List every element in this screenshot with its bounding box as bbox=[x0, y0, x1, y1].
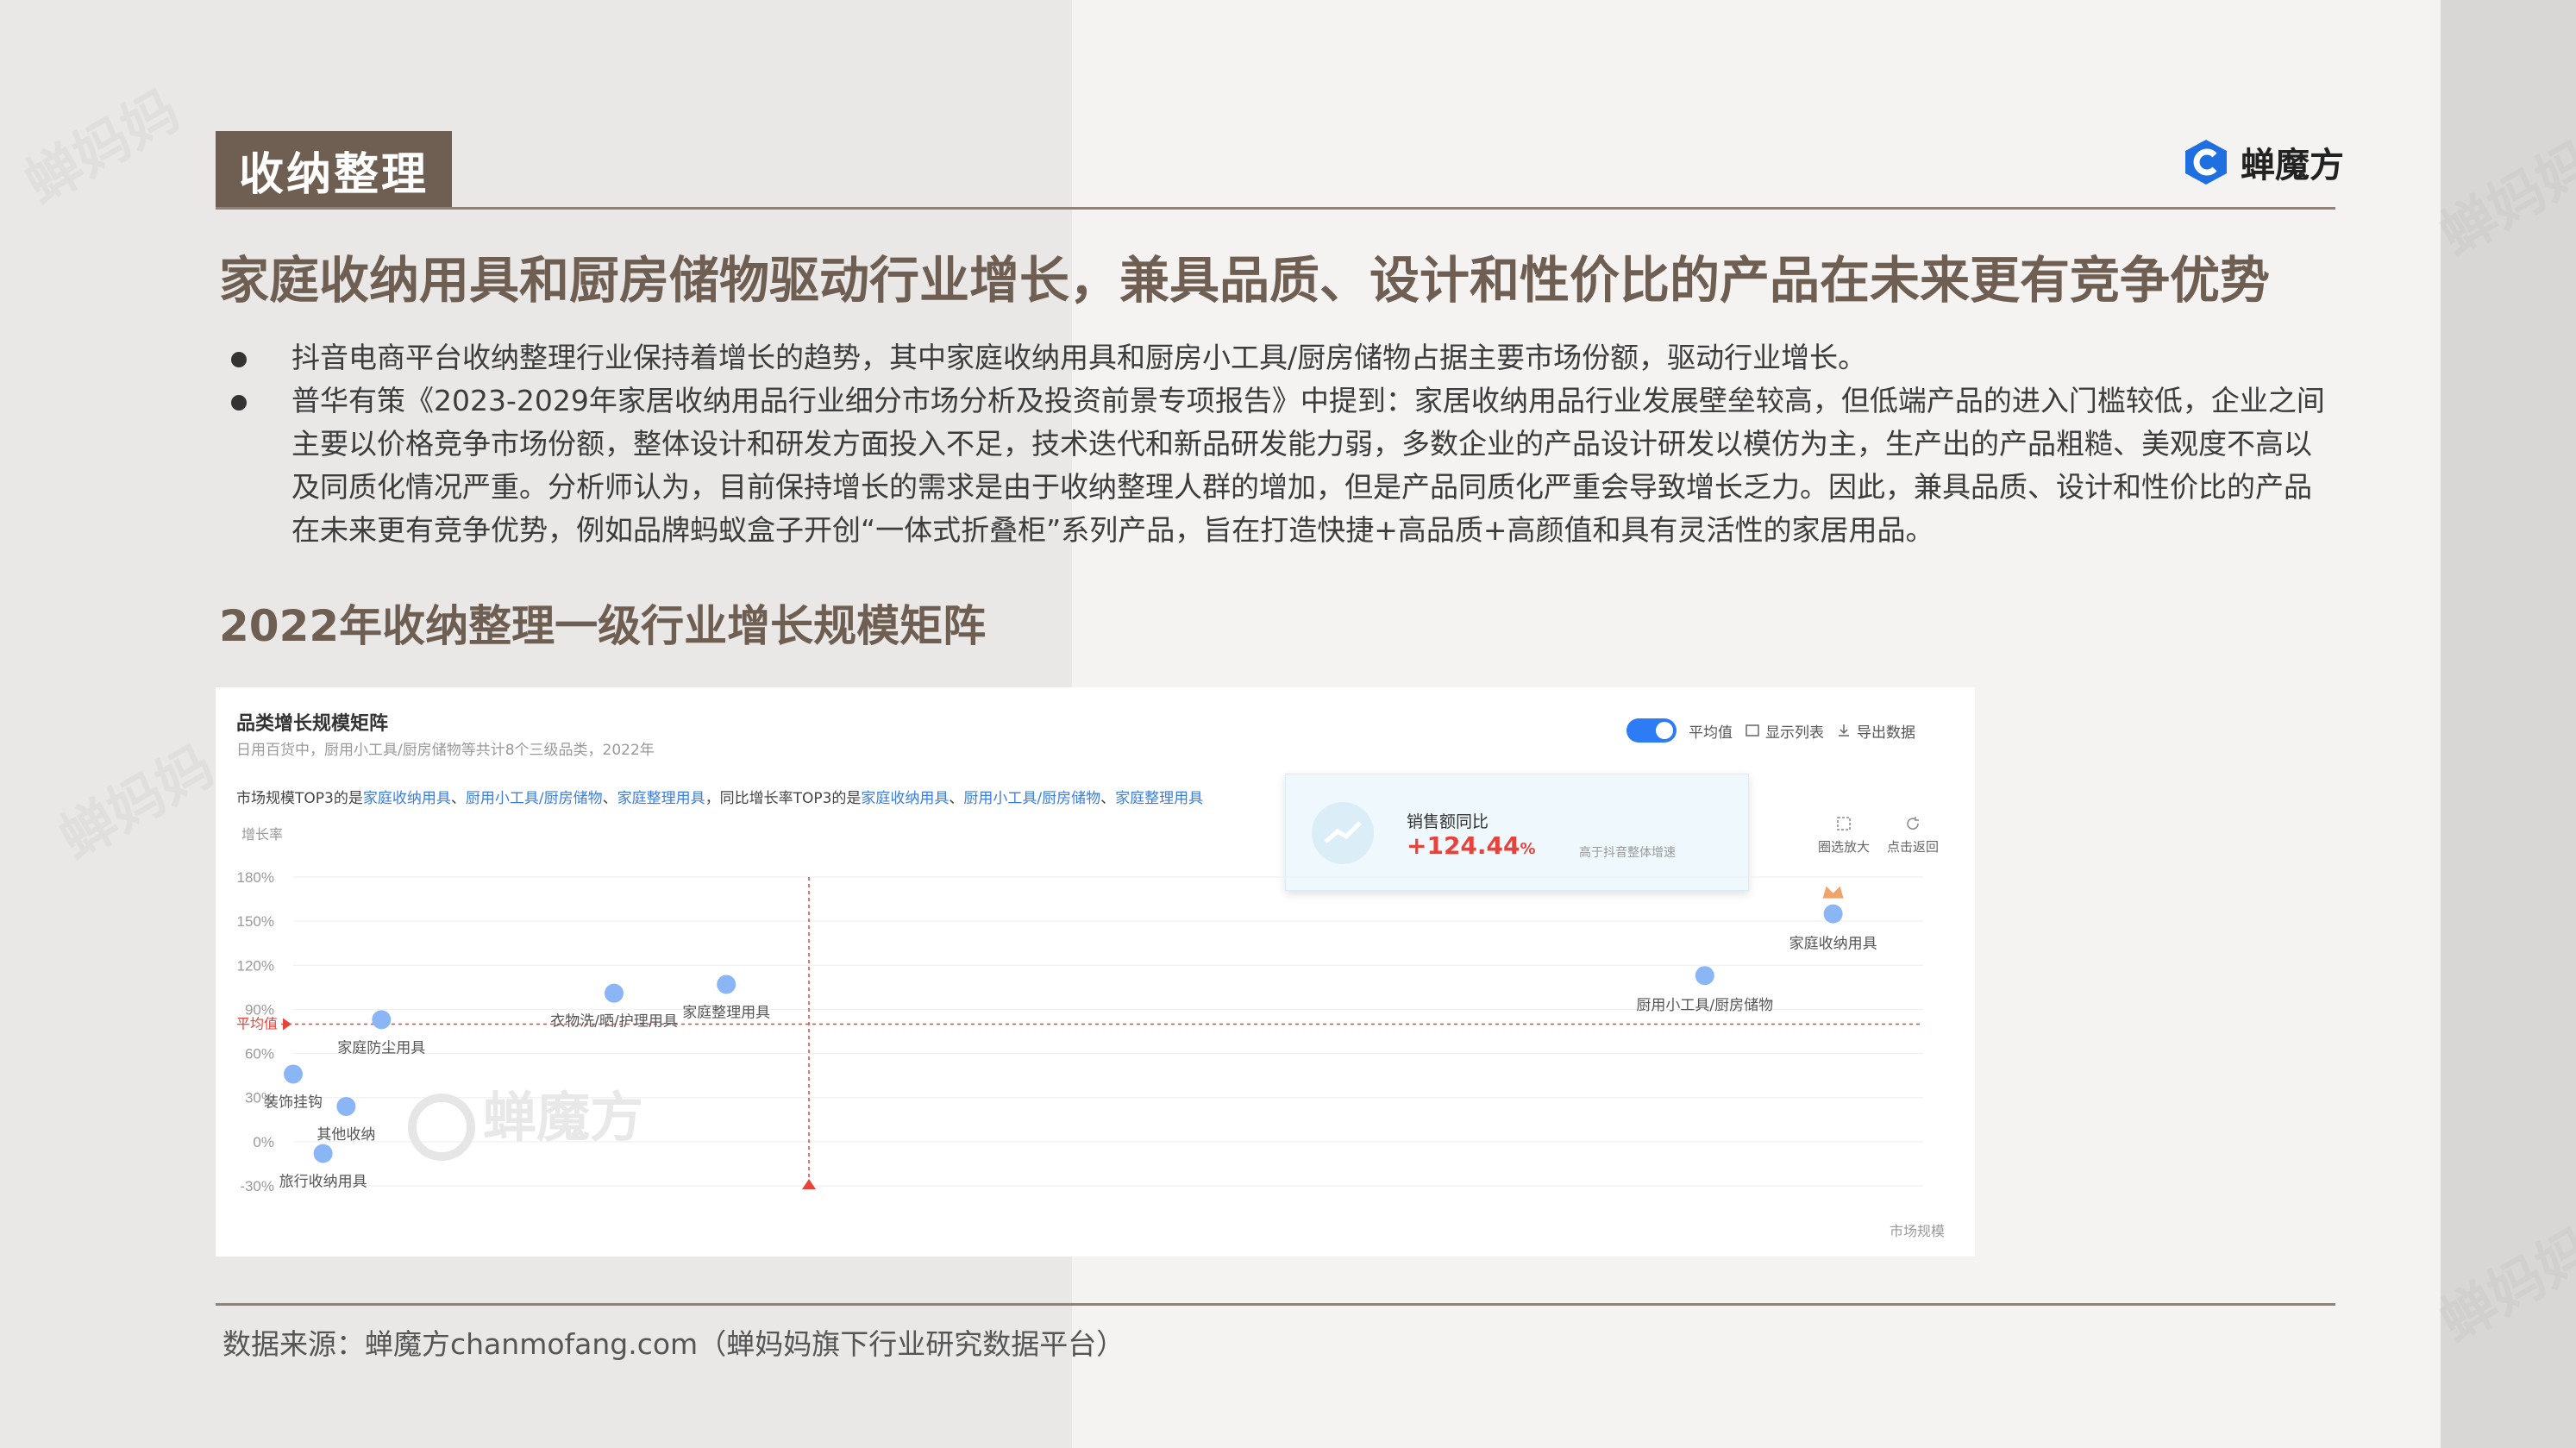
y-axis-label: 增长率 bbox=[241, 827, 283, 843]
bottom-divider bbox=[216, 1303, 2335, 1306]
data-point-label: 家庭收纳用具 bbox=[1789, 936, 1877, 953]
y-tick-label: 120% bbox=[237, 957, 274, 974]
bullet-text: 抖音电商平台收纳整理行业保持着增长的趋势，其中家庭收纳用具和厨房小工具/厨房储物… bbox=[291, 341, 1867, 374]
data-point-label: 其他收纳 bbox=[317, 1126, 375, 1144]
data-point bbox=[1695, 966, 1714, 986]
bullet-text: 普华有策《2023-2029年家居收纳用品行业细分市场分析及投资前景专项报告》中… bbox=[291, 384, 2325, 547]
chart-watermark-logo bbox=[408, 1094, 475, 1161]
data-point-label: 旅行收纳用具 bbox=[279, 1173, 367, 1190]
average-label: 平均值 bbox=[236, 1016, 278, 1031]
data-point-label: 家庭整理用具 bbox=[682, 1004, 770, 1021]
y-tick-label: 0% bbox=[253, 1134, 274, 1150]
data-point-label: 衣物洗/晒/护理用具 bbox=[550, 1013, 677, 1031]
crown-icon bbox=[1822, 886, 1844, 899]
average-vertical-marker bbox=[802, 1179, 816, 1189]
data-point-label: 装饰挂钩 bbox=[264, 1094, 323, 1111]
data-point bbox=[284, 1064, 303, 1084]
data-point bbox=[372, 1010, 392, 1030]
data-source: 数据来源：蝉魔方chanmofang.com（蝉妈妈旗下行业研究数据平台） bbox=[223, 1327, 1125, 1361]
bullet-dot bbox=[231, 395, 247, 411]
page-title: 家庭收纳用具和厨房储物驱动行业增长，兼具品质、设计和性价比的产品在未来更有竞争优… bbox=[219, 251, 2271, 310]
logo-text: 蝉魔方 bbox=[2241, 146, 2344, 185]
bullet-dot bbox=[231, 352, 247, 367]
y-tick-label: -30% bbox=[240, 1178, 274, 1194]
data-point bbox=[717, 975, 736, 994]
y-tick-label: 60% bbox=[245, 1046, 274, 1062]
chart-heading: 2022年收纳整理一级行业增长规模矩阵 bbox=[219, 601, 987, 651]
chart-watermark: 蝉魔方 bbox=[483, 1086, 643, 1149]
section-tag: 收纳整理 bbox=[216, 131, 452, 209]
y-tick-label: 90% bbox=[245, 1001, 274, 1018]
top-divider bbox=[216, 207, 2335, 210]
data-point bbox=[605, 983, 624, 1003]
bullet-list: 抖音电商平台收纳整理行业保持着增长的趋势，其中家庭收纳用具和厨房小工具/厨房储物… bbox=[231, 336, 2327, 552]
y-tick-label: 150% bbox=[237, 913, 274, 930]
y-tick-label: 180% bbox=[237, 869, 274, 886]
matrix-panel: 品类增长规模矩阵 日用百货中，厨用小工具/厨房储物等共计8个三级品类，2022年… bbox=[216, 687, 1975, 1257]
data-point-label: 厨用小工具/厨房储物 bbox=[1636, 997, 1773, 1014]
data-point bbox=[336, 1096, 356, 1116]
data-point bbox=[1823, 904, 1843, 924]
bullet-item: 普华有策《2023-2029年家居收纳用品行业细分市场分析及投资前景专项报告》中… bbox=[231, 379, 2327, 552]
data-point bbox=[313, 1144, 333, 1163]
brand-logo: 蝉魔方 bbox=[2182, 136, 2344, 188]
chanmofang-logo-icon bbox=[2185, 140, 2227, 185]
data-point-label: 家庭防尘用具 bbox=[337, 1039, 425, 1056]
average-marker bbox=[283, 1018, 291, 1031]
growth-matrix-chart: 增长率180%150%120%90%60%30%0%-30%蝉魔方平均值家庭收纳… bbox=[236, 827, 1945, 1239]
bullet-item: 抖音电商平台收纳整理行业保持着增长的趋势，其中家庭收纳用具和厨房小工具/厨房储物… bbox=[231, 336, 2327, 379]
x-axis-label: 市场规模 bbox=[1890, 1224, 1945, 1239]
